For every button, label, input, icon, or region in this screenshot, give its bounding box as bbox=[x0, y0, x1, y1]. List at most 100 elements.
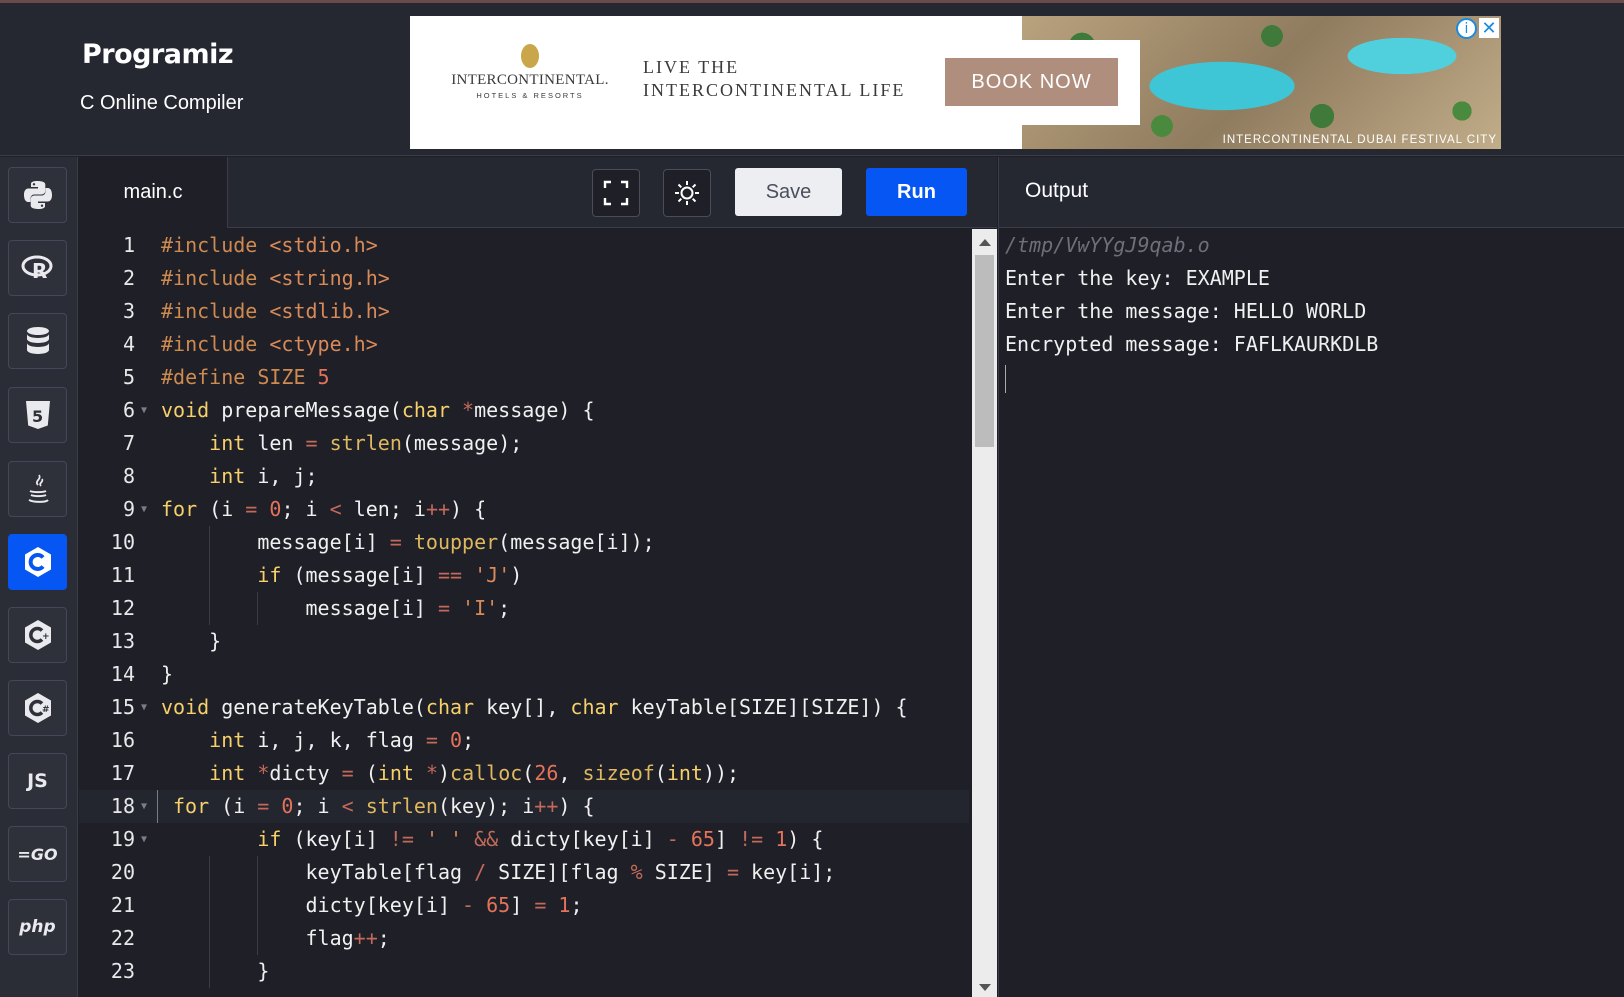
fullscreen-button[interactable] bbox=[592, 169, 640, 217]
output-binary-path: /tmp/VwYYgJ9qab.o bbox=[1005, 233, 1210, 257]
line-number: 4 bbox=[122, 332, 135, 356]
ad-brand-logo: INTERCONTINENTAL. HOTELS & RESORTS bbox=[450, 44, 610, 100]
code-line: int len = strlen(message); bbox=[209, 431, 523, 455]
code-line: keyTable[flag / SIZE][flag % SIZE] = key… bbox=[161, 860, 836, 884]
save-button[interactable]: Save bbox=[735, 168, 842, 216]
output-header: Output bbox=[999, 157, 1624, 228]
code-line: for (i = 0; i < strlen(key); i++) { bbox=[173, 794, 595, 818]
fold-arrow-icon[interactable]: ▼ bbox=[141, 823, 147, 856]
sun-icon bbox=[675, 181, 699, 205]
sidebar-item-html[interactable]: 5 bbox=[8, 387, 67, 443]
sidebar-item-c[interactable] bbox=[8, 534, 67, 590]
page-subtitle: C Online Compiler bbox=[80, 92, 244, 114]
ad-tagline-line2: INTERCONTINENTAL LIFE bbox=[643, 80, 906, 100]
ad-info-icon[interactable]: i bbox=[1456, 18, 1477, 39]
code-line: flag++; bbox=[161, 926, 390, 950]
svg-text:R: R bbox=[32, 259, 47, 283]
run-button[interactable]: Run bbox=[866, 168, 967, 216]
code-line: void prepareMessage(char *message) { bbox=[161, 398, 595, 422]
code-line: if (key[i] != ' ' && dicty[key[i] - 65] … bbox=[257, 827, 824, 851]
scroll-up-arrow-icon[interactable] bbox=[979, 239, 991, 246]
tab-main-c[interactable]: main.c bbox=[79, 157, 228, 228]
svg-text:+: + bbox=[42, 632, 50, 642]
line-number: 23 bbox=[110, 959, 135, 983]
svg-text:#: # bbox=[42, 705, 50, 715]
output-line: Encrypted message: FAFLKAURKDLB bbox=[1005, 332, 1379, 356]
line-number: 7 bbox=[122, 431, 135, 455]
fold-arrow-icon[interactable]: ▼ bbox=[141, 691, 147, 724]
fold-arrow-icon[interactable]: ▼ bbox=[141, 394, 147, 427]
editor-toolbar: main.c Save Run bbox=[79, 157, 997, 228]
code-line: #define SIZE 5 bbox=[161, 365, 330, 389]
line-number: 14 bbox=[110, 662, 135, 686]
line-number: 20 bbox=[110, 860, 135, 884]
line-number: 6 bbox=[122, 398, 135, 422]
code-line: int *dicty = (int *)calloc(26, sizeof(in… bbox=[209, 761, 740, 785]
fold-arrow-icon[interactable]: ▼ bbox=[141, 790, 147, 823]
code-line: } bbox=[161, 959, 270, 983]
sidebar-item-javascript[interactable]: JS bbox=[8, 753, 67, 809]
sidebar-item-php[interactable]: php bbox=[8, 899, 67, 955]
scroll-down-arrow-icon[interactable] bbox=[979, 984, 991, 991]
header: Programiz C Online Compiler INTERCONTINE… bbox=[0, 3, 1624, 156]
code-editor-panel: main.c Save Run 1 #include <stdio.h> 2 #in… bbox=[79, 157, 997, 997]
line-number: 18 bbox=[110, 794, 135, 818]
code-line: int i, j; bbox=[209, 464, 318, 488]
output-console[interactable]: /tmp/VwYYgJ9qab.o Enter the key: EXAMPLE E… bbox=[1005, 229, 1378, 394]
output-panel: Output /tmp/VwYYgJ9qab.o Enter the key: E… bbox=[998, 157, 1624, 997]
line-number: 16 bbox=[110, 728, 135, 752]
line-number: 8 bbox=[122, 464, 135, 488]
code-line: message[i] = toupper(message[i]); bbox=[161, 530, 655, 554]
language-sidebar: R 5 + # JS =GO php bbox=[0, 157, 78, 997]
line-number: 10 bbox=[110, 530, 135, 554]
sidebar-item-cpp[interactable]: + bbox=[8, 607, 67, 663]
line-number: 19 bbox=[110, 827, 135, 851]
theme-toggle-button[interactable] bbox=[663, 169, 711, 217]
ad-emblem-icon bbox=[521, 44, 539, 68]
r-icon: R bbox=[21, 255, 52, 283]
line-number: 17 bbox=[110, 761, 135, 785]
sidebar-item-python[interactable] bbox=[8, 167, 67, 223]
line-number: 5 bbox=[122, 365, 135, 389]
line-number: 15 bbox=[110, 695, 135, 719]
line-number: 22 bbox=[110, 926, 135, 950]
python-icon bbox=[23, 181, 52, 209]
line-number: 9 bbox=[122, 497, 135, 521]
code-line: if (message[i] == 'J') bbox=[257, 563, 523, 587]
line-number: 12 bbox=[110, 596, 135, 620]
ad-caption: INTERCONTINENTAL DUBAI FESTIVAL CITY bbox=[1222, 134, 1497, 146]
ad-close-icon[interactable]: ✕ bbox=[1479, 18, 1499, 39]
editor-scrollbar[interactable] bbox=[972, 229, 997, 997]
code-line: int i, j, k, flag = 0; bbox=[209, 728, 475, 752]
ad-brand-name: INTERCONTINENTAL. bbox=[451, 72, 609, 88]
ad-book-now-button[interactable]: BOOK NOW bbox=[945, 58, 1118, 106]
fullscreen-icon bbox=[603, 180, 629, 206]
line-number: 21 bbox=[110, 893, 135, 917]
code-line: message[i] = 'I'; bbox=[161, 596, 511, 620]
svg-text:5: 5 bbox=[32, 407, 43, 426]
sidebar-item-sql[interactable] bbox=[8, 313, 67, 369]
sidebar-item-java[interactable] bbox=[8, 461, 67, 517]
java-icon bbox=[28, 474, 49, 503]
line-number: 11 bbox=[110, 563, 135, 587]
code-line: #include <stdlib.h> bbox=[161, 299, 390, 323]
code-line: } bbox=[161, 662, 174, 686]
html5-icon: 5 bbox=[25, 401, 50, 429]
programiz-logo[interactable]: Programiz bbox=[82, 39, 234, 70]
scrollbar-thumb[interactable] bbox=[975, 255, 994, 447]
advertisement-banner[interactable]: INTERCONTINENTAL. HOTELS & RESORTS LIVE … bbox=[410, 16, 1501, 149]
ad-tagline: LIVE THE INTERCONTINENTAL LIFE bbox=[643, 56, 905, 102]
fold-arrow-icon[interactable]: ▼ bbox=[141, 493, 147, 526]
database-icon bbox=[26, 327, 49, 354]
ad-tagline-line1: LIVE THE bbox=[643, 57, 740, 77]
line-number: 13 bbox=[110, 629, 135, 653]
code-line: for (i = 0; i < len; i++) { bbox=[161, 497, 487, 521]
code-line: dicty[key[i] - 65] = 1; bbox=[161, 893, 583, 917]
sidebar-item-go[interactable]: =GO bbox=[8, 826, 67, 882]
code-area[interactable]: 1 #include <stdio.h> 2 #include <string.h>… bbox=[79, 229, 969, 997]
output-line: Enter the message: HELLO WORLD bbox=[1005, 299, 1367, 323]
ad-brand-sub: HOTELS & RESORTS bbox=[476, 91, 584, 100]
sidebar-item-r[interactable]: R bbox=[8, 240, 67, 296]
line-number: 1 bbox=[122, 233, 135, 257]
sidebar-item-csharp[interactable]: # bbox=[8, 680, 67, 736]
